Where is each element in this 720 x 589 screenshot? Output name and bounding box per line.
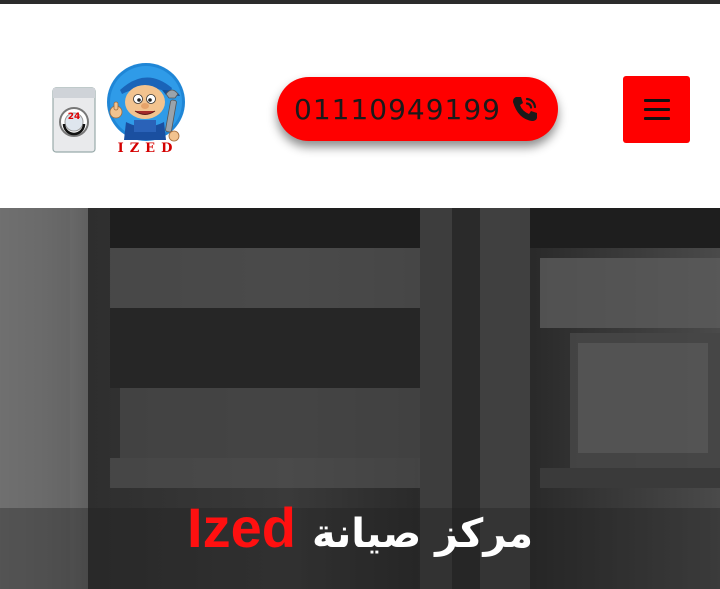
logo-badge: 24	[68, 112, 81, 122]
hero-title-arabic: مركز صيانة	[311, 511, 533, 557]
logo-brand-text: IZED	[118, 141, 179, 156]
hamburger-menu-icon	[643, 98, 670, 121]
phone-call-icon	[512, 97, 537, 121]
hero-title-brand: Ized	[187, 496, 296, 559]
hero-banner: مركز صيانة Ized	[0, 208, 720, 589]
phone-number: 01110949199	[294, 92, 501, 126]
menu-toggle-button[interactable]	[623, 76, 690, 143]
hero-title: مركز صيانة Ized	[0, 498, 720, 564]
site-header: 24 IZED 01110949199	[0, 4, 720, 208]
call-phone-button[interactable]: 01110949199	[277, 77, 558, 141]
repair-mascot-logo-icon[interactable]: 24 IZED	[50, 60, 200, 156]
